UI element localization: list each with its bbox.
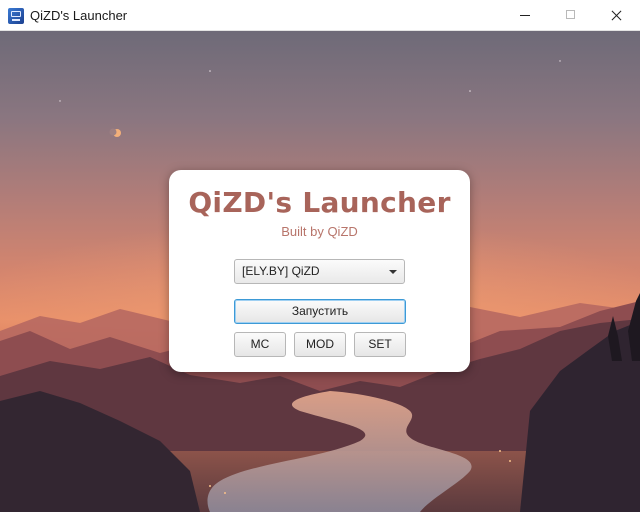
launcher-title: QiZD's Launcher — [188, 186, 451, 219]
minimize-icon[interactable] — [502, 0, 548, 31]
mc-button[interactable]: MC — [234, 332, 286, 357]
launcher-panel: QiZD's Launcher Built by QiZD [ELY.BY] Q… — [169, 170, 470, 372]
close-icon[interactable] — [594, 0, 640, 31]
title-bar: QiZD's Launcher — [0, 0, 640, 31]
window-title: QiZD's Launcher — [30, 8, 128, 23]
profile-select-value: [ELY.BY] QiZD — [242, 264, 320, 278]
profile-select[interactable]: [ELY.BY] QiZD — [234, 259, 405, 284]
app-icon — [8, 8, 24, 24]
maximize-icon[interactable] — [548, 0, 594, 31]
settings-button[interactable]: SET — [354, 332, 406, 357]
launcher-subtitle: Built by QiZD — [281, 224, 358, 239]
mod-button[interactable]: MOD — [294, 332, 346, 357]
launch-button[interactable]: Запустить — [234, 299, 406, 324]
chevron-down-icon — [389, 270, 397, 274]
